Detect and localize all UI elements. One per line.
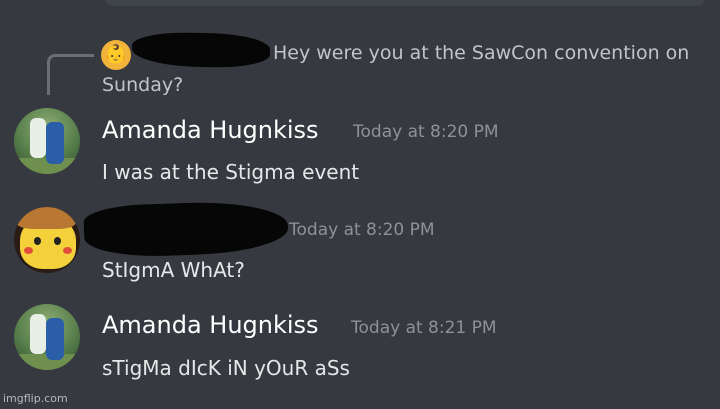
avatar-cheek	[24, 247, 33, 254]
avatar-figure	[46, 122, 64, 164]
avatar-hat	[16, 207, 76, 229]
reply-connector-line	[47, 54, 94, 95]
avatar-figure	[30, 314, 46, 354]
message-content: StIgmA WhAt?	[102, 258, 245, 282]
avatar-figure	[46, 318, 64, 360]
message-username[interactable]: Amanda Hugnkiss	[102, 116, 319, 144]
avatar-eye	[54, 237, 61, 245]
user-avatar[interactable]	[14, 108, 80, 174]
pikachu-avatar-icon[interactable]	[14, 207, 80, 273]
reply-preview-text-line1[interactable]: Hey were you at the SawCon convention on	[273, 42, 689, 64]
user-avatar[interactable]	[14, 304, 80, 370]
reply-avatar-glyph: 👶	[104, 44, 128, 65]
baby-emoji-icon: 👶	[101, 40, 131, 70]
reply-preview-text-line2[interactable]: Sunday?	[102, 74, 183, 96]
message-username[interactable]: Amanda Hugnkiss	[102, 311, 319, 339]
message-timestamp: Today at 8:21 PM	[351, 318, 497, 338]
message-timestamp: Today at 8:20 PM	[353, 122, 499, 142]
message-content: sTigMa dIcK iN yOuR aSs	[102, 356, 350, 380]
watermark: imgflip.com	[3, 392, 68, 405]
avatar-figure	[30, 118, 46, 158]
avatar-cheek	[63, 247, 72, 254]
avatar-eye	[34, 237, 41, 245]
message-content: I was at the Stigma event	[102, 160, 360, 184]
redacted-username	[83, 199, 289, 259]
message-input-bar[interactable]	[105, 0, 705, 6]
message-timestamp: Today at 8:20 PM	[289, 220, 435, 240]
redacted-reply-username	[131, 31, 271, 69]
